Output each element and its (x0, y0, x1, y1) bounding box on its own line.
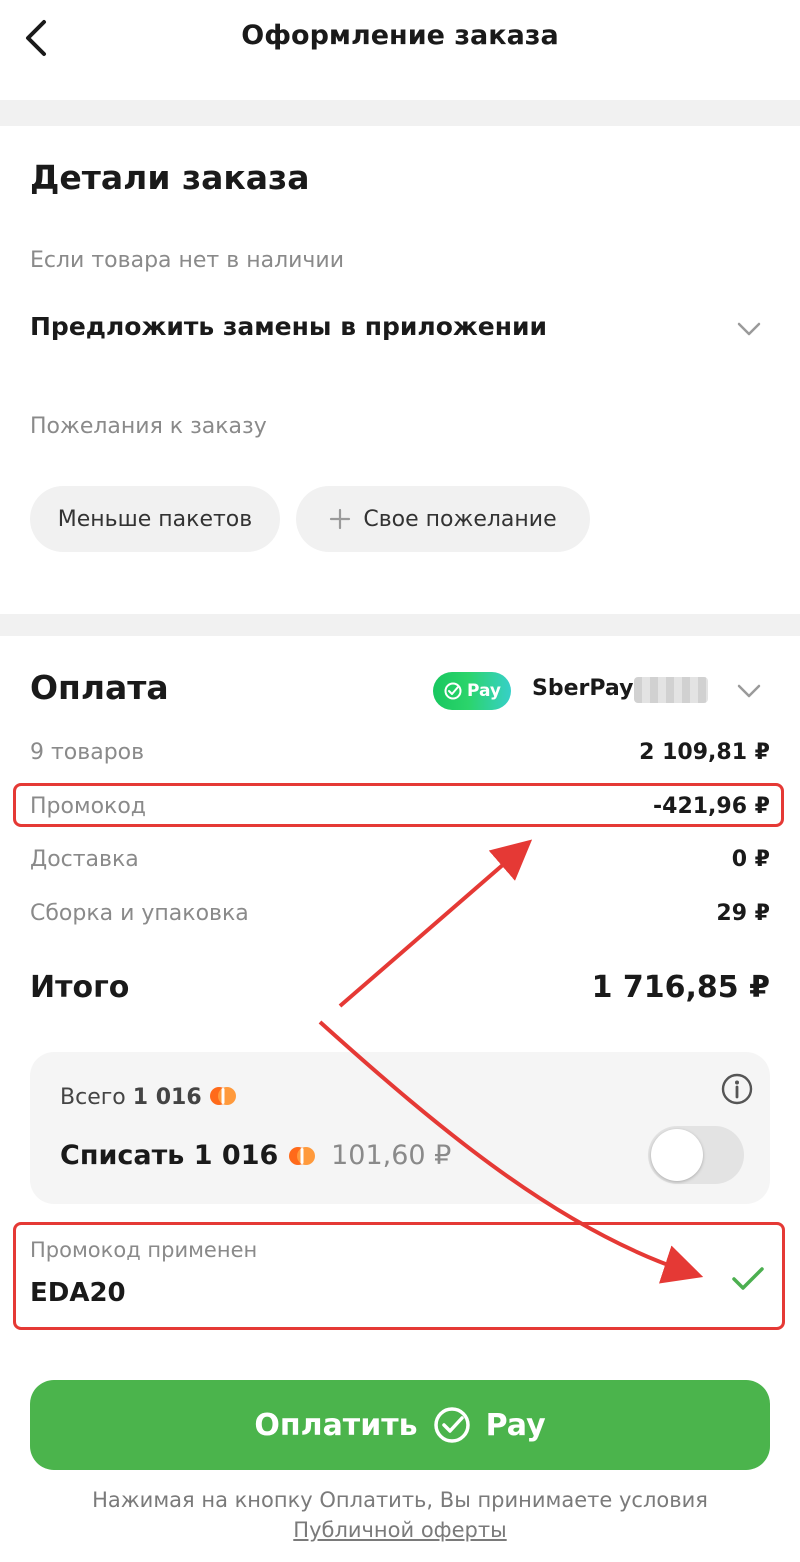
items-subtotal: 2 109,81 ₽ (639, 740, 770, 765)
total-value: 1 716,85 ₽ (591, 970, 770, 1005)
packing-label: Сборка и упаковка (30, 901, 249, 926)
promo-field-label: Промокод применен (30, 1238, 258, 1262)
masked-card-number (634, 677, 708, 703)
bonus-spend-prefix: Списать (60, 1140, 185, 1171)
sberpay-logo: Pay (433, 672, 511, 710)
bonus-coin-icon (209, 1084, 237, 1108)
payment-method-name: SberPay (532, 676, 634, 701)
payment-title: Оплата (30, 668, 169, 707)
wishes-label: Пожелания к заказу (30, 414, 267, 439)
sber-check-icon (444, 682, 462, 700)
terms-link-row: Публичной оферты (0, 1518, 800, 1542)
out-of-stock-label: Если товара нет в наличии (30, 248, 345, 273)
terms-text: Нажимая на кнопку Оплатить, Вы принимает… (92, 1488, 708, 1512)
chip-custom-wish[interactable]: Свое пожелание (296, 486, 590, 552)
pay-button-label: Оплатить (254, 1407, 418, 1443)
chip-fewer-bags[interactable]: Меньше пакетов (30, 486, 280, 552)
arrow-to-promo-row (338, 839, 533, 1008)
pay-badge-label: Pay (466, 681, 502, 701)
promo-field[interactable]: Промокод применен EDA20 (16, 1224, 784, 1328)
total-label: Итого (30, 970, 130, 1005)
bonus-spend-rub: 101,60 ₽ (331, 1140, 452, 1171)
bonus-spend-amount: 1 016 (193, 1140, 279, 1171)
check-icon (732, 1267, 764, 1290)
section-divider (0, 100, 800, 126)
items-count-label: 9 товаров (30, 740, 145, 765)
bonus-card (30, 1052, 770, 1204)
bonus-toggle-knob (651, 1129, 703, 1181)
out-of-stock-value: Предложить замены в приложении (30, 312, 548, 341)
bonus-coin-icon (288, 1144, 316, 1168)
public-offer-link[interactable]: Публичной оферты (293, 1518, 506, 1542)
info-icon[interactable] (720, 1072, 754, 1106)
chevron-down-icon (737, 684, 761, 698)
bonus-total-prefix: Всего (60, 1085, 126, 1110)
bonus-total: Всего 1 016 (60, 1084, 237, 1110)
promo-code-value: EDA20 (30, 1278, 126, 1308)
pay-button[interactable]: Оплатить Pay (30, 1380, 770, 1470)
chevron-down-icon (737, 322, 761, 336)
plus-icon (330, 508, 351, 530)
bonus-total-amount: 1 016 (132, 1085, 202, 1110)
sber-check-icon (433, 1407, 470, 1443)
delivery-price: 0 ₽ (731, 847, 770, 872)
page-title: Оформление заказа (241, 20, 559, 51)
out-of-stock-select[interactable]: Предложить замены в приложении (0, 296, 800, 366)
section-divider (0, 614, 800, 636)
pay-button-suffix: Pay (485, 1407, 546, 1443)
promo-discount: -421,96 ₽ (653, 794, 770, 819)
order-details-title: Детали заказа (30, 158, 310, 197)
chip-label: Свое пожелание (363, 506, 557, 532)
chip-label: Меньше пакетов (57, 506, 253, 532)
bonus-spend: Списать 1 016 101,60 ₽ (60, 1140, 451, 1171)
top-bar: Оформление заказа (0, 0, 800, 100)
packing-price: 29 ₽ (716, 901, 770, 926)
promo-row-label: Промокод (30, 794, 146, 819)
delivery-label: Доставка (30, 847, 139, 872)
